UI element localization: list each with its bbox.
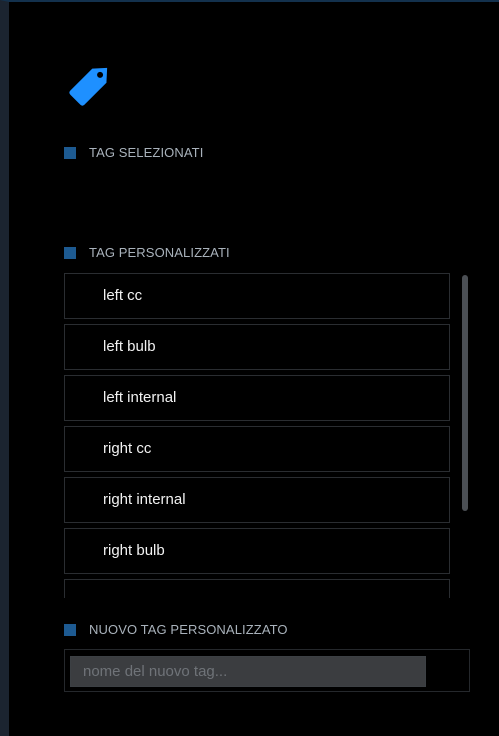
tag-icon: [69, 67, 108, 106]
section-marker: [64, 147, 76, 159]
selected-tags-header: TAG SELEZIONATI: [64, 145, 203, 161]
tag-item[interactable]: left internal: [64, 375, 450, 421]
new-tag-input[interactable]: [70, 656, 426, 687]
custom-tags-header: TAG PERSONALIZZATI: [64, 245, 230, 261]
tag-list-scrollbar[interactable]: [462, 273, 469, 598]
tag-panel: TAG SELEZIONATI TAG PERSONALIZZATI left …: [0, 0, 499, 736]
new-tag-header: NUOVO TAG PERSONALIZZATO: [64, 622, 288, 638]
new-tag-title: NUOVO TAG PERSONALIZZATO: [89, 622, 288, 637]
section-marker: [64, 624, 76, 636]
tag-item[interactable]: left cc: [64, 273, 450, 319]
scrollbar-thumb[interactable]: [462, 275, 468, 511]
tag-item[interactable]: endo2: [64, 579, 450, 598]
tag-item[interactable]: left bulb: [64, 324, 450, 370]
tag-item-label: left bulb: [103, 338, 156, 355]
new-tag-form: [64, 649, 470, 692]
tag-item-label: left cc: [103, 287, 143, 304]
tag-item[interactable]: right cc: [64, 426, 450, 472]
section-marker: [64, 247, 76, 259]
tag-item[interactable]: right internal: [64, 477, 450, 523]
custom-tags-title: TAG PERSONALIZZATI: [89, 245, 230, 260]
tag-item-label: right cc: [103, 440, 152, 457]
tag-item-label: endo2: [103, 586, 145, 598]
tag-item-label: right bulb: [103, 542, 165, 559]
tag-item-label: left internal: [103, 389, 177, 406]
tag-item[interactable]: right bulb: [64, 528, 450, 574]
selected-tags-title: TAG SELEZIONATI: [89, 145, 204, 160]
custom-tags-list[interactable]: left cc left bulb left internal right cc…: [64, 273, 450, 598]
tag-item-label: right internal: [103, 491, 186, 508]
